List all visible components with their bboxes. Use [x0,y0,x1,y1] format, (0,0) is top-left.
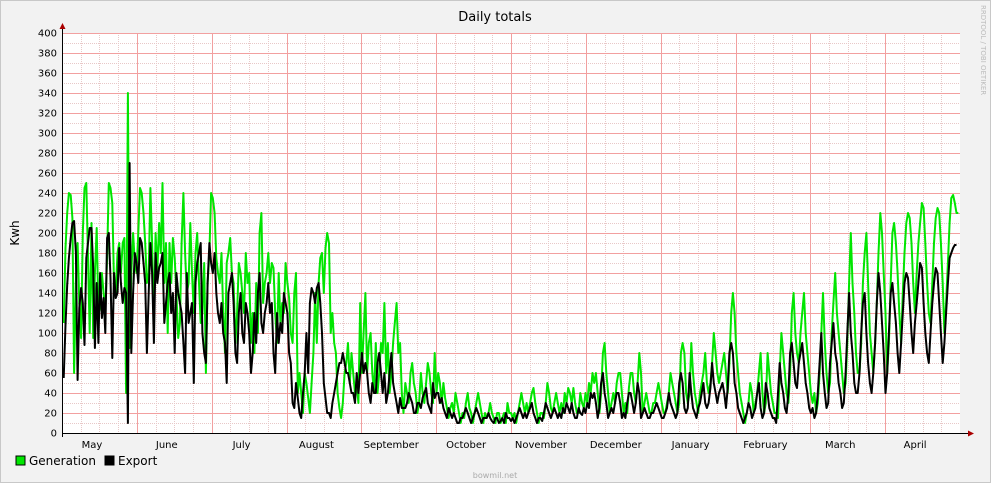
y-tick-label: 20 [44,409,57,420]
x-tick-label-month: April [904,440,927,451]
y-tick-label: 400 [38,29,57,40]
y-tick-label: 140 [38,289,57,300]
y-tick-label: 40 [44,389,57,400]
x-tick-label-month: December [590,440,643,451]
y-tick-label: 360 [38,69,57,80]
y-tick-label: 380 [38,49,57,60]
legend: Generation Export [15,454,158,468]
legend-swatch-generation [15,455,26,466]
x-tick-label-month: May [82,440,103,451]
y-tick-label: 0 [51,429,57,440]
chart-container: 0 20 40 60 80 100 120 140 160 180 200 220 240 260 280 3… [0,0,991,483]
y-tick-label: 120 [38,309,57,320]
x-tick-label-month: November [515,440,568,451]
y-tick-label: 180 [38,249,57,260]
chart-title: Daily totals [458,10,532,25]
y-tick-label: 200 [38,229,57,240]
x-tick-label-month: August [299,440,334,451]
y-tick-label: 280 [38,149,57,160]
y-tick-label: 160 [38,269,57,280]
y-tick-label: 320 [38,109,57,120]
y-tick-label: 300 [38,129,57,140]
y-axis-label: Kwh [8,220,22,245]
y-tick-label: 340 [38,89,57,100]
x-tick-label-month: July [232,440,251,451]
y-tick-label: 60 [44,369,57,380]
y-tick-label: 240 [38,189,57,200]
x-tick-label-month: January [671,440,710,451]
x-tick-label-month: March [825,440,855,451]
y-tick-label: 100 [38,329,57,340]
y-tick-label: 80 [44,349,57,360]
chart-svg: 0 20 40 60 80 100 120 140 160 180 200 220 240 260 280 3… [0,0,991,483]
footer-credit: bowmil.net [473,471,517,480]
legend-label-generation: Generation [29,454,96,468]
x-tick-label-month: February [743,440,787,451]
x-tick-label-month: September [364,440,420,451]
legend-label-export: Export [118,454,158,468]
rrdtool-watermark: RRDTOOL / TOBI OETIKER [979,5,987,95]
y-tick-label: 260 [38,169,57,180]
x-tick-label-month: October [446,440,487,451]
x-tick-label-month: June [155,440,178,451]
y-tick-label: 220 [38,209,57,220]
legend-swatch-export [104,455,115,466]
